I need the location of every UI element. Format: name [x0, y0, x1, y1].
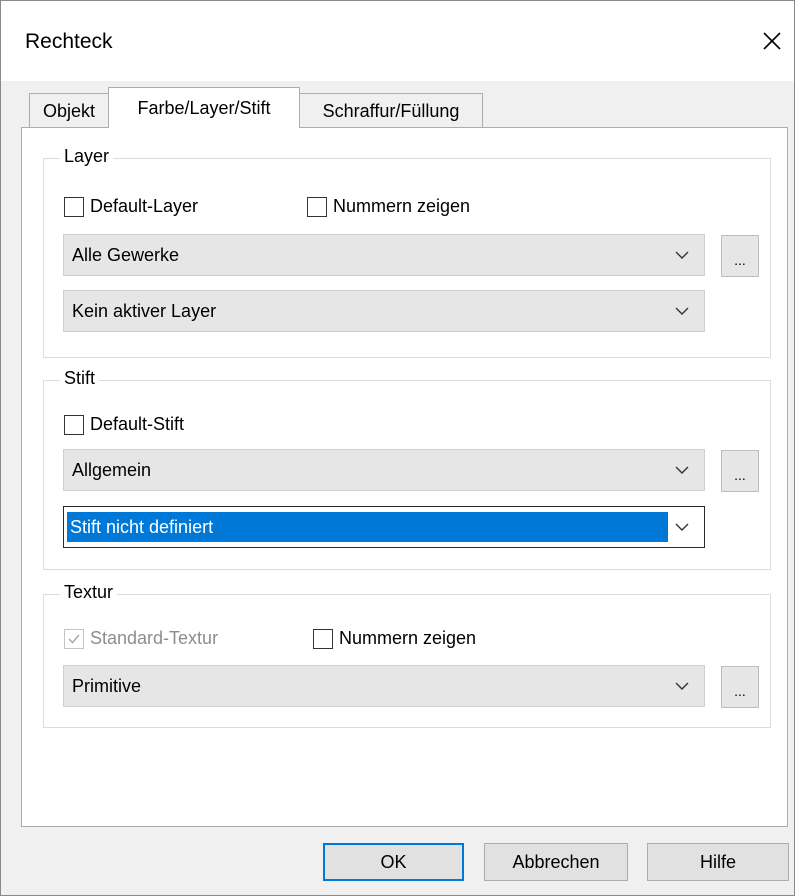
texture-group-label: Textur [60, 582, 118, 603]
default-layer-label: Default-Layer [90, 196, 199, 216]
dialog-title: Rechteck [25, 30, 113, 53]
layer-browse-label: ... [734, 252, 746, 268]
standard-texture-label: Standard-Textur [90, 628, 219, 648]
rectangle-dialog: Rechteck Objekt Farbe/Layer/Stift Schraf… [0, 0, 795, 896]
chevron-down-icon [675, 307, 689, 315]
layer-group: Layer Default-Layer Nummern zeigen Alle … [43, 146, 771, 358]
active-layer-select[interactable]: Kein aktiver Layer [63, 290, 705, 332]
tab-objekt-label: Objekt [42, 100, 96, 121]
chevron-down-icon [675, 466, 689, 474]
tab-farbe-layer-stift[interactable]: Farbe/Layer/Stift [108, 87, 300, 128]
texture-browse-label: ... [734, 683, 746, 699]
default-pen-checkbox[interactable]: Default-Stift [64, 414, 184, 435]
pen-select[interactable]: Stift nicht definiert [63, 506, 705, 548]
cancel-button-label: Abbrechen [512, 851, 600, 872]
texture-show-numbers-checkbox[interactable]: Nummern zeigen [313, 628, 476, 649]
default-layer-checkbox-box[interactable] [64, 196, 84, 217]
pen-category-select[interactable]: Allgemein [63, 449, 705, 491]
texture-browse-button[interactable]: ... [721, 666, 759, 708]
tab-schraffur-fuellung-label: Schraffur/Füllung [322, 100, 460, 121]
tab-farbe-layer-stift-label: Farbe/Layer/Stift [137, 97, 271, 118]
ok-button-label: OK [380, 851, 407, 872]
texture-show-numbers-checkbox-box[interactable] [313, 628, 333, 649]
default-pen-checkbox-box[interactable] [64, 414, 84, 435]
layer-browse-button[interactable]: ... [721, 235, 759, 277]
layer-category-select[interactable]: Alle Gewerke [63, 234, 705, 276]
texture-value: Primitive [72, 675, 142, 696]
cancel-button[interactable]: Abbrechen [484, 843, 628, 881]
default-layer-checkbox[interactable]: Default-Layer [64, 196, 198, 217]
tab-panel: Layer Default-Layer Nummern zeigen Alle … [21, 127, 788, 827]
layer-show-numbers-label: Nummern zeigen [333, 196, 471, 216]
pen-value: Stift nicht definiert [67, 512, 668, 542]
standard-texture-checkbox-box[interactable] [64, 628, 84, 649]
active-layer-value: Kein aktiver Layer [72, 300, 217, 321]
texture-show-numbers-label: Nummern zeigen [339, 628, 477, 648]
chevron-down-icon [675, 682, 689, 690]
texture-select[interactable]: Primitive [63, 665, 705, 707]
texture-group: Textur Standard-Textur Nummern zeigen Pr… [43, 582, 771, 728]
help-button[interactable]: Hilfe [647, 843, 789, 881]
default-pen-label: Default-Stift [90, 414, 185, 434]
ok-button[interactable]: OK [323, 843, 464, 881]
layer-show-numbers-checkbox-box[interactable] [307, 196, 327, 217]
close-button[interactable] [754, 23, 790, 59]
close-icon [763, 32, 781, 50]
pen-browse-button[interactable]: ... [721, 450, 759, 492]
layer-group-label: Layer [60, 146, 114, 167]
checkmark-icon [68, 634, 80, 644]
pen-category-value: Allgemein [72, 459, 152, 480]
tab-objekt[interactable]: Objekt [29, 93, 109, 128]
layer-show-numbers-checkbox[interactable]: Nummern zeigen [307, 196, 470, 217]
tab-schraffur-fuellung[interactable]: Schraffur/Füllung [299, 93, 483, 128]
title-bar: Rechteck [1, 1, 794, 81]
help-button-label: Hilfe [699, 851, 736, 872]
chevron-down-icon [675, 251, 689, 259]
chevron-down-icon [675, 523, 689, 531]
pen-group: Stift Default-Stift Allgemein ... Stift … [43, 368, 771, 570]
pen-browse-label: ... [734, 467, 746, 483]
pen-group-label: Stift [60, 368, 100, 389]
layer-category-value: Alle Gewerke [72, 244, 180, 265]
standard-texture-checkbox[interactable]: Standard-Textur [64, 628, 218, 649]
